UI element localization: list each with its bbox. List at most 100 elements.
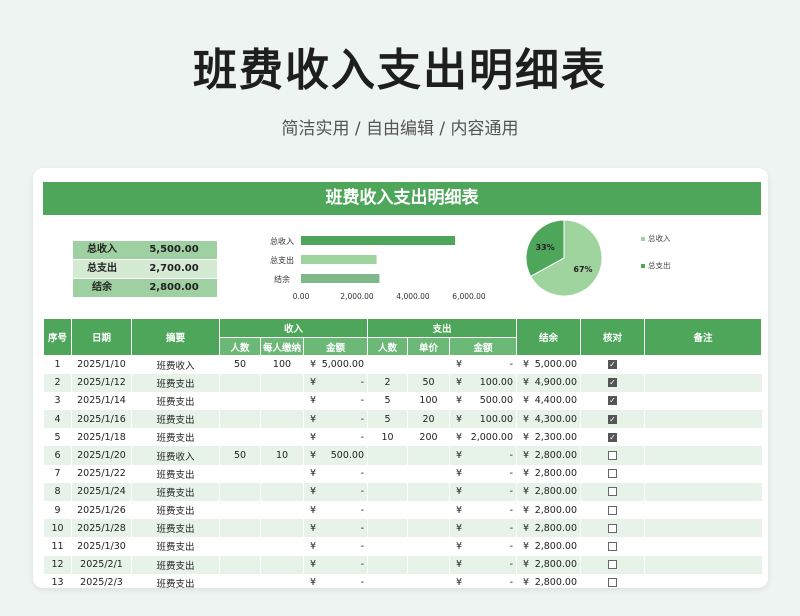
cell-in-amount[interactable]: ¥ - bbox=[303, 537, 368, 556]
cell-out-amount[interactable]: ¥ - bbox=[449, 482, 517, 501]
checkbox[interactable] bbox=[608, 578, 617, 588]
cell-in-amount[interactable]: ¥ - bbox=[303, 519, 368, 538]
cell-out-people[interactable]: 10 bbox=[367, 428, 408, 447]
checkbox[interactable]: ✓ bbox=[608, 360, 617, 370]
cell-out-amount[interactable]: ¥ - bbox=[449, 355, 517, 374]
cell-no[interactable]: 5 bbox=[43, 428, 72, 447]
cell-out-amount[interactable]: ¥100.00 bbox=[449, 410, 517, 429]
cell-remark[interactable] bbox=[644, 391, 762, 411]
cell-out-amount[interactable]: ¥ - bbox=[449, 555, 517, 574]
cell-date[interactable]: 2025/1/26 bbox=[71, 501, 132, 520]
cell-remark[interactable] bbox=[644, 355, 762, 374]
cell-balance[interactable]: ¥2,800.00 bbox=[516, 537, 581, 556]
cell-in-each[interactable] bbox=[260, 555, 304, 574]
cell-remark[interactable] bbox=[644, 519, 762, 538]
cell-out-people[interactable] bbox=[367, 355, 408, 374]
cell-desc[interactable]: 班费支出 bbox=[131, 410, 220, 429]
cell-desc[interactable]: 班费支出 bbox=[131, 482, 220, 501]
cell-desc[interactable]: 班费支出 bbox=[131, 555, 220, 574]
cell-in-each[interactable] bbox=[260, 373, 304, 392]
cell-in-each[interactable] bbox=[260, 519, 304, 538]
cell-no[interactable]: 12 bbox=[43, 555, 72, 574]
cell-desc[interactable]: 班费支出 bbox=[131, 464, 220, 483]
cell-no[interactable]: 2 bbox=[43, 373, 72, 392]
checkbox[interactable] bbox=[608, 469, 617, 479]
cell-out-people[interactable] bbox=[367, 464, 408, 483]
cell-date[interactable]: 2025/1/18 bbox=[71, 428, 132, 447]
cell-out-people[interactable] bbox=[367, 555, 408, 574]
checkbox[interactable] bbox=[608, 487, 617, 497]
cell-in-each[interactable] bbox=[260, 482, 304, 501]
cell-balance[interactable]: ¥2,800.00 bbox=[516, 501, 581, 520]
cell-no[interactable]: 4 bbox=[43, 410, 72, 429]
cell-remark[interactable] bbox=[644, 464, 762, 483]
cell-out-people[interactable] bbox=[367, 501, 408, 520]
cell-desc[interactable]: 班费支出 bbox=[131, 519, 220, 538]
cell-in-each[interactable] bbox=[260, 501, 304, 520]
cell-out-price[interactable] bbox=[407, 501, 450, 520]
cell-desc[interactable]: 班费支出 bbox=[131, 501, 220, 520]
cell-no[interactable]: 11 bbox=[43, 537, 72, 556]
cell-out-people[interactable]: 5 bbox=[367, 391, 408, 411]
cell-out-amount[interactable]: ¥ - bbox=[449, 537, 517, 556]
cell-balance[interactable]: ¥2,800.00 bbox=[516, 446, 581, 465]
cell-no[interactable]: 6 bbox=[43, 446, 72, 465]
cell-desc[interactable]: 班费支出 bbox=[131, 373, 220, 392]
cell-out-price[interactable] bbox=[407, 355, 450, 374]
cell-out-people[interactable]: 2 bbox=[367, 373, 408, 392]
cell-in-people[interactable] bbox=[219, 482, 261, 501]
cell-in-amount[interactable]: ¥ - bbox=[303, 464, 368, 483]
cell-remark[interactable] bbox=[644, 482, 762, 501]
cell-balance[interactable]: ¥2,800.00 bbox=[516, 464, 581, 483]
cell-in-amount[interactable]: ¥ - bbox=[303, 482, 368, 501]
cell-in-each[interactable] bbox=[260, 537, 304, 556]
cell-balance[interactable]: ¥5,000.00 bbox=[516, 355, 581, 374]
cell-out-price[interactable] bbox=[407, 555, 450, 574]
checkbox[interactable] bbox=[608, 541, 617, 551]
cell-date[interactable]: 2025/1/28 bbox=[71, 519, 132, 538]
cell-no[interactable]: 9 bbox=[43, 501, 72, 520]
cell-in-each[interactable] bbox=[260, 391, 304, 411]
cell-remark[interactable] bbox=[644, 501, 762, 520]
cell-in-each[interactable] bbox=[260, 410, 304, 429]
cell-in-each[interactable] bbox=[260, 464, 304, 483]
cell-desc[interactable]: 班费收入 bbox=[131, 355, 220, 374]
cell-out-price[interactable] bbox=[407, 519, 450, 538]
cell-no[interactable]: 10 bbox=[43, 519, 72, 538]
cell-out-price[interactable] bbox=[407, 573, 450, 588]
cell-in-people[interactable] bbox=[219, 573, 261, 588]
cell-out-people[interactable] bbox=[367, 519, 408, 538]
cell-no[interactable]: 8 bbox=[43, 482, 72, 501]
cell-out-price[interactable]: 200 bbox=[407, 428, 450, 447]
cell-out-amount[interactable]: ¥ - bbox=[449, 573, 517, 588]
cell-date[interactable]: 2025/1/12 bbox=[71, 373, 132, 392]
cell-in-people[interactable]: 50 bbox=[219, 446, 261, 465]
checkbox[interactable] bbox=[608, 451, 617, 461]
cell-desc[interactable]: 班费支出 bbox=[131, 573, 220, 588]
cell-out-people[interactable] bbox=[367, 573, 408, 588]
cell-balance[interactable]: ¥2,800.00 bbox=[516, 555, 581, 574]
cell-in-amount[interactable]: ¥ - bbox=[303, 501, 368, 520]
cell-in-people[interactable] bbox=[219, 428, 261, 447]
cell-in-each[interactable]: 100 bbox=[260, 355, 304, 374]
cell-desc[interactable]: 班费支出 bbox=[131, 537, 220, 556]
cell-in-people[interactable] bbox=[219, 537, 261, 556]
cell-remark[interactable] bbox=[644, 446, 762, 465]
checkbox[interactable]: ✓ bbox=[608, 378, 617, 388]
cell-date[interactable]: 2025/1/14 bbox=[71, 391, 132, 411]
cell-in-amount[interactable]: ¥500.00 bbox=[303, 446, 368, 465]
cell-in-people[interactable] bbox=[219, 410, 261, 429]
cell-out-amount[interactable]: ¥500.00 bbox=[449, 391, 517, 411]
cell-desc[interactable]: 班费支出 bbox=[131, 428, 220, 447]
cell-date[interactable]: 2025/1/24 bbox=[71, 482, 132, 501]
cell-remark[interactable] bbox=[644, 410, 762, 429]
cell-in-people[interactable] bbox=[219, 391, 261, 411]
cell-in-amount[interactable]: ¥ - bbox=[303, 391, 368, 411]
cell-balance[interactable]: ¥2,300.00 bbox=[516, 428, 581, 447]
cell-remark[interactable] bbox=[644, 428, 762, 447]
cell-date[interactable]: 2025/1/20 bbox=[71, 446, 132, 465]
cell-in-amount[interactable]: ¥ - bbox=[303, 555, 368, 574]
cell-out-people[interactable] bbox=[367, 446, 408, 465]
cell-in-each[interactable] bbox=[260, 428, 304, 447]
cell-remark[interactable] bbox=[644, 537, 762, 556]
